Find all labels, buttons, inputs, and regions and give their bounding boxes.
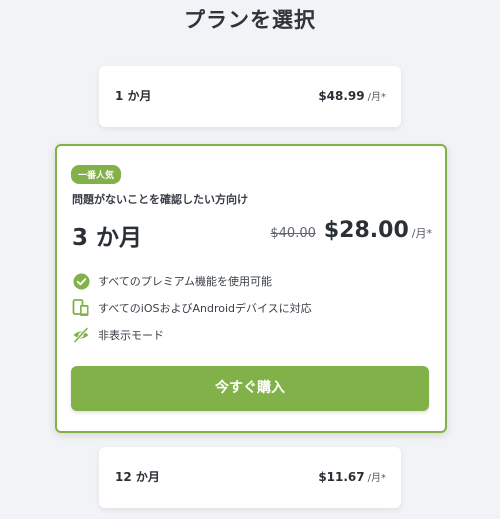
plan-name: 12 か月 [115,470,160,484]
plan-card-12-months[interactable]: 12 か月 $11.67/月* [99,447,401,508]
eye-off-icon [72,326,90,344]
price-value: $28.00 [323,218,409,243]
popular-badge: 一番人気 [71,165,122,184]
plan-subtitle: 問題がないことを確認したい方向け [72,193,248,206]
feature-text: 非表示モード [98,329,164,342]
devices-icon [72,299,90,317]
check-circle-icon [72,272,90,290]
plan-name: 1 か月 [115,89,152,103]
price-unit: /月* [411,227,432,240]
plan-card-3-months[interactable]: 一番人気 問題がないことを確認したい方向け 3 か月 $40.00 $28.00… [55,144,447,433]
plan-price: $40.00 $28.00 /月* [270,218,432,243]
buy-now-button[interactable]: 今すぐ購入 [71,366,429,411]
feature-item: すべてのiOSおよびAndroidデバイスに対応 [72,299,312,317]
old-price: $40.00 [270,226,316,241]
price-value: $11.67 [318,470,365,484]
price-unit: /月* [367,473,386,484]
feature-text: すべてのプレミアム機能を使用可能 [98,275,273,288]
plan-price: $11.67/月* [318,447,386,509]
plan-price: $48.99/月* [318,66,386,128]
price-value: $48.99 [318,89,365,103]
page-title: プランを選択 [184,8,316,32]
feature-list: すべてのプレミアム機能を使用可能 すべてのiOSおよびAndroidデバイスに対… [72,272,312,353]
price-unit: /月* [367,92,386,103]
feature-item: 非表示モード [72,326,312,344]
plan-name: 3 か月 [72,225,143,251]
feature-item: すべてのプレミアム機能を使用可能 [72,272,312,290]
feature-text: すべてのiOSおよびAndroidデバイスに対応 [98,302,312,315]
plan-card-1-month[interactable]: 1 か月 $48.99/月* [99,66,401,127]
